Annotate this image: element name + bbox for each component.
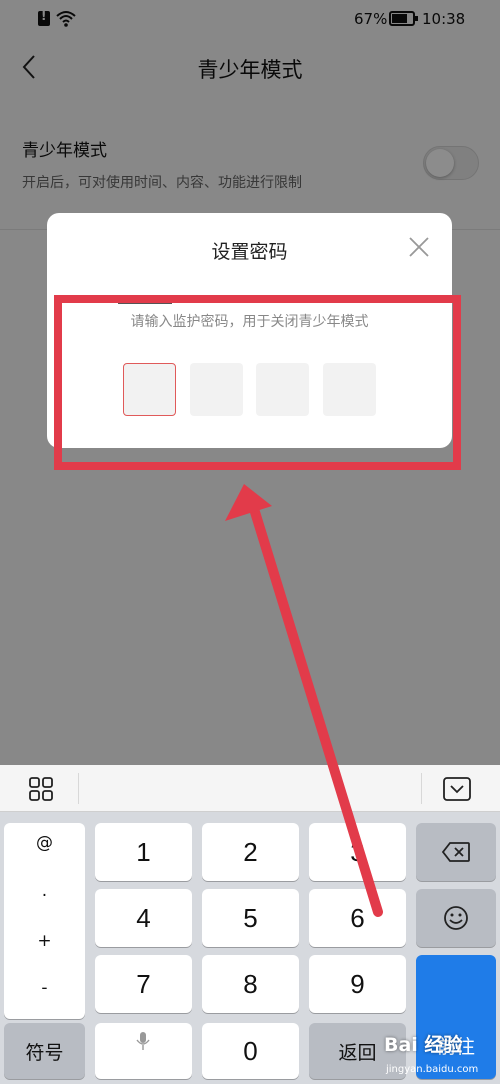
toolbar-divider — [421, 773, 422, 804]
key-5[interactable]: 5 — [202, 889, 299, 947]
space-voice-key[interactable] — [95, 1023, 192, 1079]
close-icon[interactable] — [407, 235, 431, 259]
toolbar-divider — [78, 773, 79, 804]
emoji-key[interactable] — [416, 889, 496, 947]
key-6[interactable]: 6 — [309, 889, 406, 947]
symbol-column[interactable]: @ . + - — [4, 823, 85, 1019]
key-7[interactable]: 7 — [95, 955, 192, 1013]
baidu-jingyan-watermark: Bai 经验 jingyan.baidu.com — [380, 1030, 500, 1084]
keyboard-toolbar — [0, 765, 500, 812]
watermark-url: jingyan.baidu.com — [386, 1064, 479, 1075]
emoji-icon — [444, 906, 468, 930]
symbol-key-at[interactable]: @ — [4, 833, 85, 853]
symbol-key-dot[interactable]: . — [4, 881, 85, 901]
annotation-highlight-box — [54, 295, 461, 470]
key-0[interactable]: 0 — [202, 1023, 299, 1079]
key-3[interactable]: 3 — [309, 823, 406, 881]
key-4[interactable]: 4 — [95, 889, 192, 947]
mic-icon — [136, 1032, 150, 1050]
key-2[interactable]: 2 — [202, 823, 299, 881]
key-1[interactable]: 1 — [95, 823, 192, 881]
key-9[interactable]: 9 — [309, 955, 406, 1013]
symbol-key-plus[interactable]: + — [4, 931, 85, 951]
grid-icon[interactable] — [28, 776, 54, 802]
symbols-key[interactable]: 符号 — [4, 1023, 85, 1079]
backspace-key[interactable] — [416, 823, 496, 881]
backspace-icon — [441, 842, 470, 862]
keyboard-hide-icon[interactable] — [442, 776, 472, 802]
key-8[interactable]: 8 — [202, 955, 299, 1013]
watermark-logo-text: Bai 经验 — [384, 1034, 463, 1056]
dialog-title: 设置密码 — [211, 241, 288, 263]
symbol-key-minus[interactable]: - — [4, 978, 85, 998]
